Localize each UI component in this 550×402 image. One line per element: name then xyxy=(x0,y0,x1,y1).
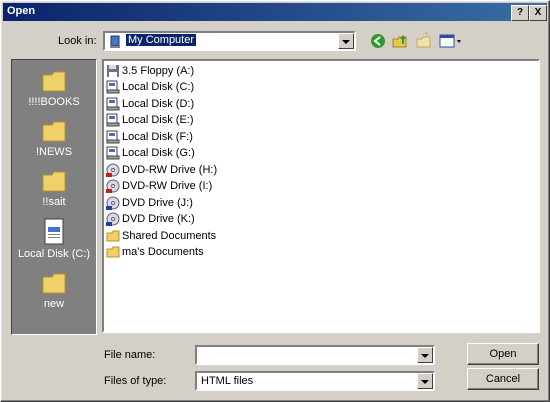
filetype-dropdown-button[interactable] xyxy=(417,373,433,389)
lookin-value: My Computer xyxy=(126,34,197,46)
drive-icon xyxy=(106,130,120,144)
drive-icon xyxy=(106,113,120,127)
filename-dropdown-button[interactable] xyxy=(417,347,433,363)
view-menu-icon[interactable] xyxy=(438,32,464,50)
place-local-disk[interactable]: Local Disk (C:) xyxy=(12,218,96,260)
lookin-label: Look in: xyxy=(58,35,97,47)
place-new[interactable]: new xyxy=(12,270,96,310)
up-folder-icon[interactable] xyxy=(391,32,409,50)
folder-icon xyxy=(42,121,66,142)
list-item-label: Local Disk (E:) xyxy=(122,114,194,126)
list-item-label: Local Disk (G:) xyxy=(122,147,195,159)
floppy-icon xyxy=(107,65,119,77)
place-news-label: !NEWS xyxy=(35,146,73,158)
list-item-label: DVD-RW Drive (H:) xyxy=(122,164,218,176)
list-item-label: Local Disk (D:) xyxy=(122,98,195,110)
list-item-label: Local Disk (F:) xyxy=(122,131,193,143)
place-books-label: !!!!BOOKS xyxy=(28,96,80,108)
close-button[interactable]: X xyxy=(529,5,547,21)
document-icon xyxy=(44,218,64,245)
new-folder-icon[interactable]: * xyxy=(415,32,433,50)
my-computer-icon xyxy=(110,35,120,48)
folder-icon xyxy=(42,71,66,92)
help-button[interactable]: ? xyxy=(511,5,529,21)
dvd-icon xyxy=(106,163,120,177)
back-icon[interactable] xyxy=(369,32,387,50)
folder-icon xyxy=(106,246,120,258)
filetype-value: HTML files xyxy=(201,375,254,387)
folder-icon xyxy=(42,171,66,192)
place-new-label: new xyxy=(43,298,65,310)
place-local-disk-label: Local Disk (C:) xyxy=(17,248,91,260)
list-item-label: Local Disk (C:) xyxy=(122,81,195,93)
window-title: Open xyxy=(7,5,36,17)
filetype-label: Files of type: xyxy=(104,375,167,387)
list-item-label: ma's Documents xyxy=(122,246,204,258)
list-item-label: DVD-RW Drive (I:) xyxy=(122,180,213,192)
folder-icon xyxy=(42,273,66,294)
filename-label: File name: xyxy=(104,349,156,361)
filename-input[interactable] xyxy=(195,345,435,365)
list-item-label: DVD Drive (J:) xyxy=(122,197,193,209)
dvd-icon xyxy=(106,179,120,193)
place-books[interactable]: !!!!BOOKS xyxy=(12,68,96,108)
dvd-icon xyxy=(106,196,120,210)
places-bar: !!!!BOOKS !NEWS !!sait Local Disk (C:) n… xyxy=(11,59,97,335)
open-button[interactable]: Open xyxy=(467,343,539,365)
drive-icon xyxy=(106,80,120,94)
dvd-icon xyxy=(106,212,120,226)
list-item-label: Shared Documents xyxy=(122,230,217,242)
place-sait[interactable]: !!sait xyxy=(12,168,96,208)
file-list[interactable]: 3.5 Floppy (A:) Local Disk (C:) Local Di… xyxy=(102,59,540,333)
lookin-dropdown-button[interactable] xyxy=(338,33,354,49)
title-bar[interactable]: Open ? X xyxy=(3,3,547,21)
drive-icon xyxy=(106,146,120,160)
open-dialog: Open ? X Look in: My Computer * !!!!BOOK… xyxy=(0,0,550,402)
place-news[interactable]: !NEWS xyxy=(12,118,96,158)
drive-icon xyxy=(106,97,120,111)
filetype-select[interactable]: HTML files xyxy=(195,371,435,391)
folder-icon xyxy=(106,230,120,242)
place-sait-label: !!sait xyxy=(42,196,66,208)
list-item-label: DVD Drive (K:) xyxy=(122,213,195,225)
svg-text:*: * xyxy=(425,32,428,40)
lookin-select[interactable]: My Computer xyxy=(103,31,356,51)
list-item-label: 3.5 Floppy (A:) xyxy=(122,65,195,77)
cancel-button[interactable]: Cancel xyxy=(467,368,539,390)
